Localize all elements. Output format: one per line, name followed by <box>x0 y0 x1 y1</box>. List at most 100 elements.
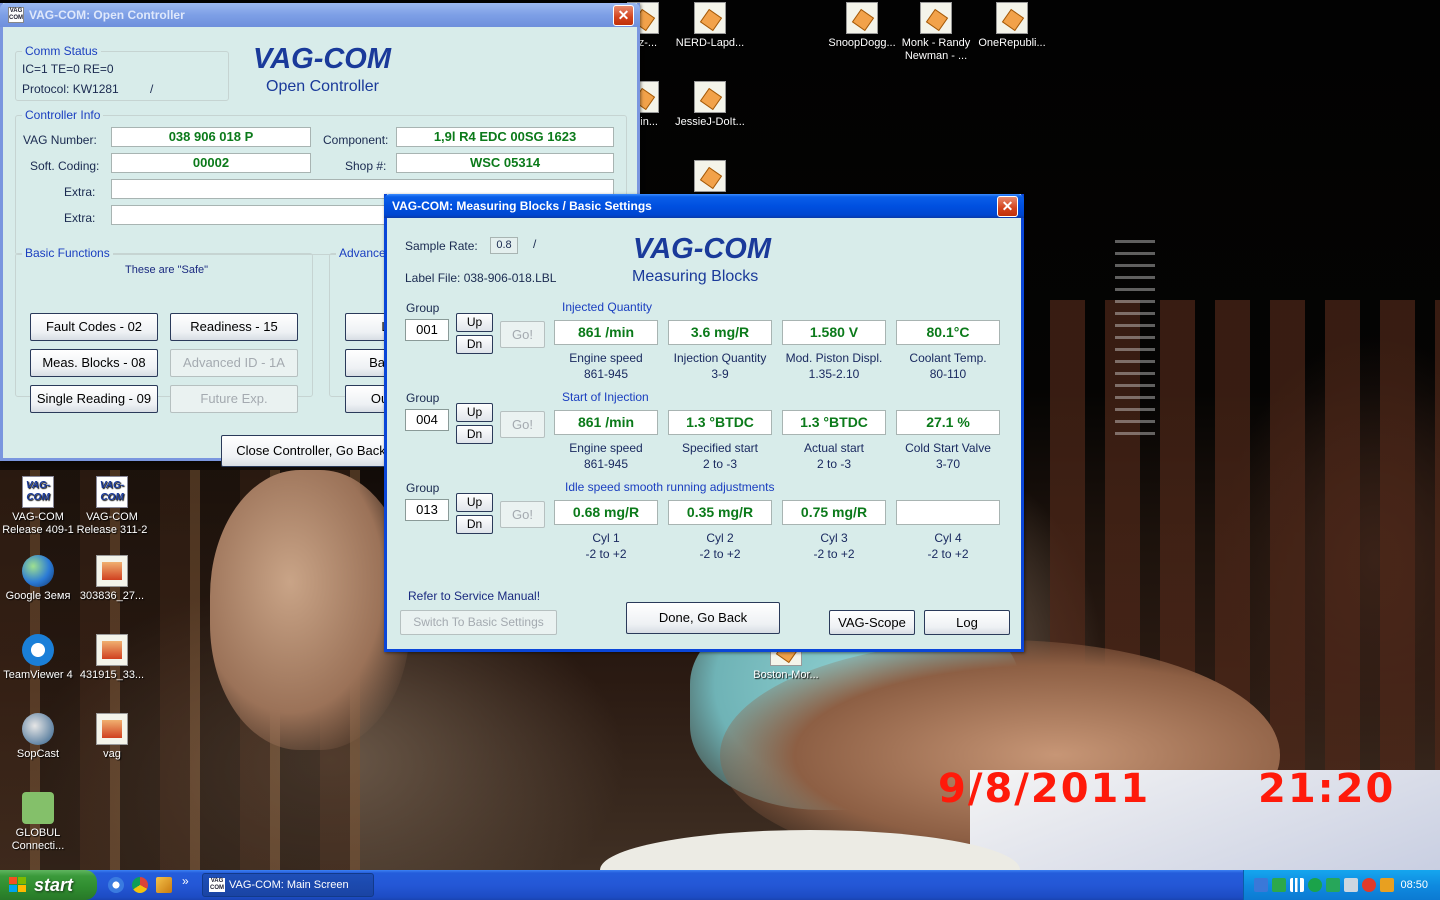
group-number-input[interactable]: 004 <box>405 409 449 431</box>
block-range: 3-70 <box>935 457 961 471</box>
photo-date-stamp: 9/8/2011 <box>938 766 1151 812</box>
block-range: 80-110 <box>929 367 967 381</box>
group-title: Start of Injection <box>562 390 649 404</box>
block-value <box>896 500 1000 525</box>
start-button[interactable]: start <box>0 870 97 900</box>
network-tray-icon[interactable] <box>1254 878 1268 892</box>
desktop-icon-label: TeamViewer 4 <box>3 669 73 681</box>
desktop-icon-label: VAG-COM Release 311-2 <box>76 511 148 536</box>
controller-info-caption: Controller Info <box>22 108 104 122</box>
desktop-icon-snoopdogg[interactable]: SnoopDogg... <box>824 2 900 50</box>
desktop-icon-label: Google Земя <box>5 590 71 602</box>
desktop-icon-vagcom-409[interactable]: VAG- COM VAG-COM Release 409-1 <box>0 476 76 537</box>
component-label: Component: <box>323 133 389 147</box>
vag-number-field: 038 906 018 P <box>111 127 311 147</box>
photo-time-stamp: 21:20 <box>1258 766 1396 812</box>
vag-scope-button[interactable]: VAG-Scope <box>829 610 915 635</box>
app-quicklaunch-icon[interactable] <box>156 877 172 893</box>
block-name: Injection Quantity <box>673 351 767 365</box>
desktop-icon-sopcast[interactable]: SopCast <box>0 713 76 761</box>
block-range: 2 to -3 <box>816 457 852 471</box>
group-down-button[interactable]: Dn <box>456 515 493 534</box>
log-button[interactable]: Log <box>924 610 1010 635</box>
desktop-icon-file-3[interactable] <box>672 160 748 195</box>
meas-blocks-button[interactable]: Meas. Blocks - 08 <box>30 349 158 377</box>
group-label: Group <box>406 391 440 405</box>
taskbar-item-vag-com[interactable]: VAG COM VAG-COM: Main Screen <box>202 873 374 897</box>
app-tray-icon[interactable] <box>1272 878 1286 892</box>
desktop-icon-label: SopCast <box>16 748 60 760</box>
group-down-button[interactable]: Dn <box>456 335 493 354</box>
sample-activity-indicator: / <box>533 237 537 251</box>
security-tray-icon[interactable] <box>1362 878 1376 892</box>
monitor-tray-icon[interactable] <box>1344 878 1358 892</box>
measuring-blocks-window: VAG-COM: Measuring Blocks / Basic Settin… <box>384 194 1024 652</box>
sample-rate-label: Sample Rate: <box>405 239 478 253</box>
desktop-icon-photo-431915[interactable]: 431915_33... <box>74 634 150 682</box>
block-value: 27.1 % <box>896 410 1000 435</box>
group-go-button: Go! <box>500 321 545 348</box>
teamviewer-icon <box>22 634 54 666</box>
measuring-blocks-titlebar[interactable]: VAG-COM: Measuring Blocks / Basic Settin… <box>384 194 1024 218</box>
wallpaper-arm <box>210 470 410 750</box>
group-up-button[interactable]: Up <box>456 493 493 512</box>
audio-file-icon <box>996 2 1028 34</box>
readiness-button[interactable]: Readiness - 15 <box>170 313 298 341</box>
desktop-icon-monk[interactable]: Monk - Randy Newman - ... <box>898 2 974 63</box>
block-range: 861-945 <box>583 367 629 381</box>
window-title: VAG-COM: Open Controller <box>29 8 185 22</box>
block-name: Actual start <box>803 441 865 455</box>
comm-status-group: Comm Status IC=1 TE=0 RE=0 Protocol: KW1… <box>15 44 229 101</box>
open-controller-titlebar[interactable]: VAG COM VAG-COM: Open Controller ✕ <box>0 3 640 27</box>
window-subtitle: Open Controller <box>266 78 379 95</box>
vag-number-label: VAG Number: <box>23 133 97 147</box>
group-up-button[interactable]: Up <box>456 313 493 332</box>
shop-label: Shop #: <box>345 159 387 173</box>
block-value: 0.68 mg/R <box>554 500 658 525</box>
block-name: Cyl 2 <box>706 531 734 545</box>
sopcast-icon <box>22 713 54 745</box>
desktop-icon-jessiej[interactable]: JessieJ-DoIt... <box>672 81 748 129</box>
quicklaunch-overflow-icon[interactable]: » <box>182 874 189 888</box>
desktop-icon-vag[interactable]: vag <box>74 713 150 761</box>
block-value: 861 /min <box>554 410 658 435</box>
group-down-button[interactable]: Dn <box>456 425 493 444</box>
desktop-icon-globul[interactable]: GLOBUL Connecti... <box>0 792 76 853</box>
desktop-icon-google-earth[interactable]: Google Земя <box>0 555 76 603</box>
close-controller-button[interactable]: Close Controller, Go Back <box>221 435 401 467</box>
group-number-input[interactable]: 013 <box>405 499 449 521</box>
done-go-back-button[interactable]: Done, Go Back <box>626 602 780 634</box>
group-up-button[interactable]: Up <box>456 403 493 422</box>
desktop-wallpaper: 9/8/2011 21:20 VAG- COM VAG-COM Release 4… <box>0 0 1440 870</box>
block-value: 3.6 mg/R <box>668 320 772 345</box>
vag-com-logo: VAG-COM <box>633 233 772 265</box>
desktop-icon-teamviewer[interactable]: TeamViewer 4 <box>0 634 76 682</box>
desktop-icon-photo-303836[interactable]: 303836_27... <box>74 555 150 603</box>
taskbar-item-label: VAG-COM: Main Screen <box>229 879 349 891</box>
warning-tray-icon[interactable] <box>1380 878 1394 892</box>
refer-note: Refer to Service Manual! <box>408 589 541 603</box>
signal-tray-icon[interactable] <box>1290 878 1304 892</box>
desktop-icon-onerepublic[interactable]: OneRepubli... <box>974 2 1050 50</box>
close-icon[interactable]: ✕ <box>613 4 634 26</box>
fault-codes-button[interactable]: Fault Codes - 02 <box>30 313 158 341</box>
block-name: Specified start <box>681 441 759 455</box>
desktop-icon-nerd[interactable]: NERD-Lapd... <box>672 2 748 50</box>
block-range: 861-945 <box>583 457 629 471</box>
windows-logo-icon <box>9 877 26 892</box>
sync-tray-icon[interactable] <box>1308 878 1322 892</box>
desktop-icon-label: JessieJ-DoIt... <box>675 116 745 128</box>
block-range: -2 to +2 <box>813 547 855 561</box>
block-value: 0.35 mg/R <box>668 500 772 525</box>
chrome-quicklaunch-icon[interactable] <box>132 877 148 893</box>
block-range: 1.35-2.10 <box>808 367 860 381</box>
ie-quicklaunch-icon[interactable] <box>108 877 124 893</box>
check-tray-icon[interactable] <box>1326 878 1340 892</box>
close-icon[interactable]: ✕ <box>997 195 1018 217</box>
desktop-icon-vagcom-311[interactable]: VAG- COM VAG-COM Release 311-2 <box>74 476 150 537</box>
single-reading-button[interactable]: Single Reading - 09 <box>30 385 158 413</box>
group-number-input[interactable]: 001 <box>405 319 449 341</box>
desktop-icon-label: OneRepubli... <box>978 37 1046 49</box>
label-file: Label File: 038-906-018.LBL <box>405 271 557 285</box>
group-title: Idle speed smooth running adjustments <box>565 480 775 494</box>
